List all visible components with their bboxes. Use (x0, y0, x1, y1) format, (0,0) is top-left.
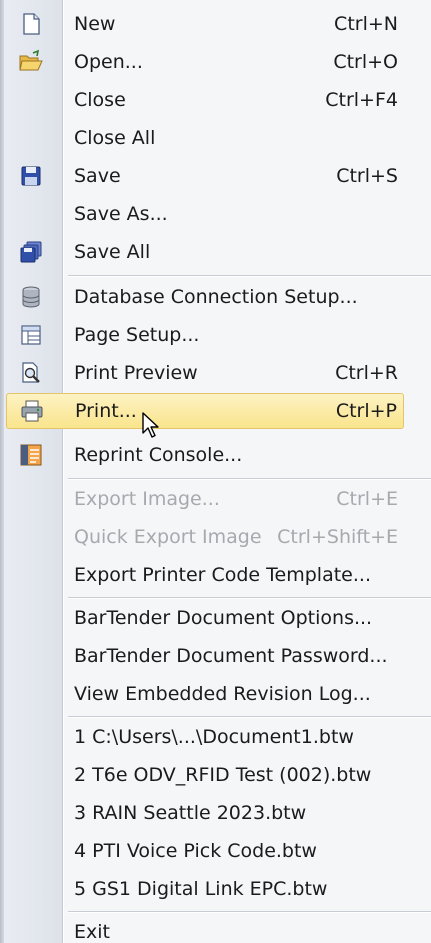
menu-item-export-image: Export Image... Ctrl+E (6, 481, 404, 517)
menu-item-page-setup[interactable]: Page Setup... (6, 317, 404, 353)
menu-item-shortcut: Ctrl+E (336, 488, 398, 510)
recent-file-5[interactable]: 5 GS1 Digital Link EPC.btw (6, 871, 404, 907)
menu-item-save-all[interactable]: Save All (6, 234, 404, 270)
menu-item-label: Close (74, 89, 126, 111)
menu-item-label: Print... (75, 400, 137, 422)
menu-item-label: Open... (74, 51, 143, 73)
menu-item-reprint-console[interactable]: Reprint Console... (6, 437, 404, 473)
menu-item-shortcut: Ctrl+R (335, 362, 398, 384)
menu-item-label: BarTender Document Options... (74, 607, 373, 629)
menu-item-label: Save As... (74, 203, 168, 225)
save-all-icon (20, 241, 42, 263)
file-menu: New Ctrl+N Open... Ctrl+O Close Ctrl+F4 … (0, 0, 431, 943)
menu-item-label: Page Setup... (74, 324, 200, 346)
menu-item-label: Reprint Console... (74, 444, 243, 466)
menu-item-label: 5 GS1 Digital Link EPC.btw (74, 878, 328, 900)
menu-item-label: 3 RAIN Seattle 2023.btw (74, 802, 307, 824)
menu-item-label: View Embedded Revision Log... (74, 683, 371, 705)
menu-item-save-as[interactable]: Save As... (6, 196, 404, 232)
menu-item-label: Exit (74, 921, 110, 943)
recent-file-1[interactable]: 1 C:\Users\...\Document1.btw (6, 719, 404, 755)
menu-item-export-printer-code-template[interactable]: Export Printer Code Template... (6, 557, 404, 593)
menu-item-database-connection-setup[interactable]: Database Connection Setup... (6, 279, 404, 315)
menu-item-label: 1 C:\Users\...\Document1.btw (74, 726, 354, 748)
menu-item-shortcut: Ctrl+S (336, 165, 398, 187)
menu-item-label: BarTender Document Password... (74, 645, 388, 667)
menu-item-print[interactable]: Print... Ctrl+P (6, 393, 404, 429)
menu-item-label: Close All (74, 127, 156, 149)
menu-item-quick-export-image: Quick Export Image Ctrl+Shift+E (6, 519, 404, 555)
menu-item-label: 2 T6e ODV_RFID Test (002).btw (74, 764, 372, 786)
menu-item-label: Database Connection Setup... (74, 286, 358, 308)
menu-item-label: Quick Export Image (74, 526, 262, 548)
menu-item-label: Export Printer Code Template... (74, 564, 371, 586)
menu-separator (68, 478, 431, 480)
menu-item-label: 4 PTI Voice Pick Code.btw (74, 840, 317, 862)
recent-file-3[interactable]: 3 RAIN Seattle 2023.btw (6, 795, 404, 831)
mouse-pointer-icon (142, 412, 159, 438)
menu-item-label: Save All (74, 241, 151, 263)
menu-item-close[interactable]: Close Ctrl+F4 (6, 82, 404, 118)
menu-item-view-revision-log[interactable]: View Embedded Revision Log... (6, 676, 404, 712)
menu-separator (68, 911, 431, 913)
database-icon (22, 286, 40, 308)
menu-item-print-preview[interactable]: Print Preview Ctrl+R (6, 355, 404, 391)
menu-item-label: Export Image... (74, 488, 220, 510)
recent-file-4[interactable]: 4 PTI Voice Pick Code.btw (6, 833, 404, 869)
save-disk-icon (21, 166, 41, 186)
menu-item-save[interactable]: Save Ctrl+S (6, 158, 404, 194)
menu-separator (68, 716, 431, 718)
menu-item-document-options[interactable]: BarTender Document Options... (6, 600, 404, 636)
menu-separator (68, 275, 431, 277)
menu-item-document-password[interactable]: BarTender Document Password... (6, 638, 404, 674)
menu-separator (68, 597, 431, 599)
menu-item-shortcut: Ctrl+F4 (325, 89, 398, 111)
menu-item-shortcut: Ctrl+O (333, 51, 398, 73)
page-setup-icon (21, 325, 41, 345)
print-preview-icon (22, 362, 40, 383)
menu-item-shortcut: Ctrl+P (335, 400, 397, 422)
menu-item-open[interactable]: Open... Ctrl+O (6, 44, 404, 80)
menu-item-label: Print Preview (74, 362, 198, 384)
new-document-icon (23, 13, 40, 35)
menu-item-exit[interactable]: Exit (6, 914, 404, 943)
menu-item-shortcut: Ctrl+N (334, 13, 398, 35)
recent-file-2[interactable]: 2 T6e ODV_RFID Test (002).btw (6, 757, 404, 793)
menu-item-label: New (74, 13, 116, 35)
menu-item-close-all[interactable]: Close All (6, 120, 404, 156)
reprint-console-icon (20, 444, 42, 466)
open-folder-icon (19, 49, 43, 71)
printer-icon (21, 400, 43, 422)
menu-item-new[interactable]: New Ctrl+N (6, 6, 404, 42)
menu-item-label: Save (74, 165, 121, 187)
menu-item-shortcut: Ctrl+Shift+E (277, 526, 398, 548)
